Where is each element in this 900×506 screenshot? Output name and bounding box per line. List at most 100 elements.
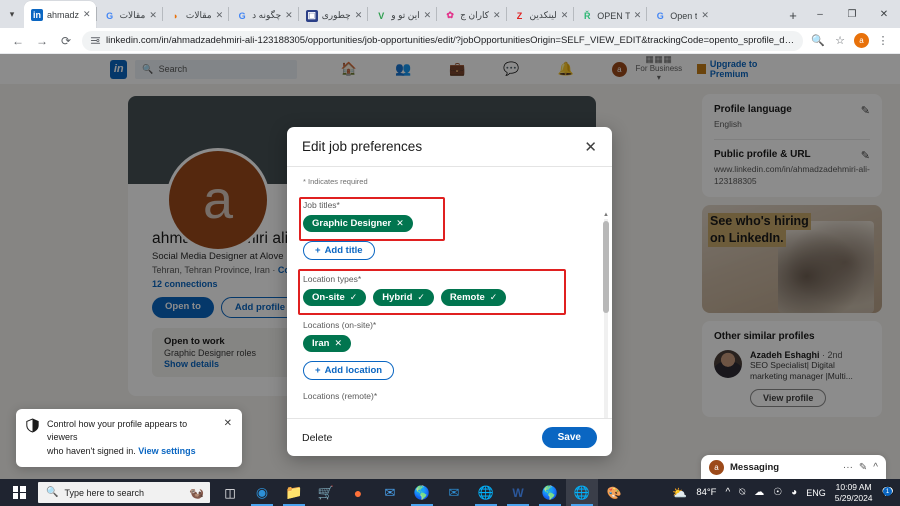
browser-tab[interactable]: ◗ مقالات ✕ xyxy=(163,3,228,28)
tab-close-icon[interactable]: ✕ xyxy=(701,10,709,21)
chrome-menu-icon[interactable]: ⋮ xyxy=(872,30,894,52)
language-indicator[interactable]: ENG xyxy=(806,488,826,498)
taskbar-apps: ◫ ◉ 📁 🛒 ● ✉ 🌎 ✉ 🌐 W 🌎 🌐 🎨 xyxy=(214,479,630,506)
avatar: a xyxy=(709,459,724,475)
messaging-label: Messaging xyxy=(730,461,780,473)
chevron-up-icon[interactable]: ^ xyxy=(873,462,878,473)
browser-tab[interactable]: V این تو و ✕ xyxy=(368,3,436,28)
chrome-icon[interactable]: 🌐 xyxy=(470,479,502,506)
tab-close-icon[interactable]: ✕ xyxy=(424,10,432,21)
word-icon[interactable]: W xyxy=(502,479,534,506)
privacy-toast: Control how your profile appears to view… xyxy=(16,408,242,467)
clock[interactable]: 10:09 AM 5/29/2024 xyxy=(835,482,873,503)
tab-close-icon[interactable]: ✕ xyxy=(149,10,157,21)
plus-icon: + xyxy=(315,365,321,376)
add-title-button[interactable]: + Add title xyxy=(303,241,375,260)
tab-close-icon[interactable]: ✕ xyxy=(285,10,293,21)
tab-close-icon[interactable]: ✕ xyxy=(634,10,642,21)
chrome-icon[interactable]: 🌐 xyxy=(566,479,598,506)
minimize-button[interactable]: – xyxy=(804,0,836,28)
edit-job-preferences-modal: Edit job preferences ✕ * Indicates requi… xyxy=(287,127,612,456)
chip-remove-icon[interactable]: ✕ xyxy=(334,338,342,349)
close-icon[interactable]: ✕ xyxy=(584,138,597,156)
tab-close-icon[interactable]: ✕ xyxy=(216,10,224,21)
new-tab-button[interactable]: + xyxy=(782,4,804,26)
chevron-up-icon[interactable]: ^ xyxy=(725,487,730,498)
browser-tab[interactable]: Ř OPEN T ✕ xyxy=(574,3,646,28)
tab-close-icon[interactable]: ✕ xyxy=(83,9,91,20)
maximize-button[interactable]: ❐ xyxy=(836,0,868,28)
chip-on-site[interactable]: On-site ✓ xyxy=(303,289,367,306)
tab-search-icon[interactable]: ▾ xyxy=(0,0,24,28)
google-icon: G xyxy=(238,10,246,21)
tab-close-icon[interactable]: ✕ xyxy=(561,10,569,21)
browser-tab[interactable]: in ahmadz ✕ xyxy=(24,1,96,28)
tab-title: لینکدین xyxy=(529,10,557,20)
chip-iran[interactable]: Iran ✕ xyxy=(303,335,351,352)
plus-icon: + xyxy=(315,245,321,256)
notifications-icon[interactable]: 💬1 xyxy=(882,487,894,498)
paint-icon[interactable]: 🎨 xyxy=(598,479,630,506)
browser-tabs: in ahmadz ✕ G مقالات ✕ ◗ مقالات ✕ G چگونه د ✕ ▣ چطوری… xyxy=(24,0,782,28)
location-types-chips: On-site ✓ Hybrid ✓ Remote ✓ xyxy=(303,289,596,306)
add-location-button[interactable]: + Add location xyxy=(303,361,395,380)
taskbar-search-input[interactable]: 🔍 Type here to search 🦦 xyxy=(38,482,210,503)
weather-icon[interactable]: ⛅ xyxy=(672,486,687,500)
start-button[interactable] xyxy=(0,479,38,506)
browser-tab[interactable]: G Open t ✕ xyxy=(647,3,714,28)
screen: ▾ in ahmadz ✕ G مقالات ✕ ◗ مقالات ✕ G چگونه د ✕ ▣ چطو… xyxy=(0,0,900,506)
tab-close-icon[interactable]: ✕ xyxy=(355,10,363,21)
browser-tab[interactable]: G چگونه د ✕ xyxy=(229,3,298,28)
forward-icon[interactable]: → xyxy=(30,30,54,52)
wifi-icon[interactable]: ◕ xyxy=(791,487,797,498)
delete-button[interactable]: Delete xyxy=(302,432,332,444)
taskbar-search-placeholder: Type here to search xyxy=(64,487,144,498)
locations-remote-section: Locations (remote)* xyxy=(303,391,596,401)
chrome-icon[interactable]: 🌎 xyxy=(406,479,438,506)
chip-remove-icon[interactable]: ✕ xyxy=(396,218,404,229)
tab-close-icon[interactable]: ✕ xyxy=(493,10,501,21)
store-icon[interactable]: 🛒 xyxy=(310,479,342,506)
scroll-up-icon[interactable]: ▲ xyxy=(603,211,609,219)
toast-line1: Control how your profile appears to view… xyxy=(47,418,188,443)
bookmark-star-icon[interactable]: ☆ xyxy=(829,30,851,52)
tab-title: Open t xyxy=(670,10,698,21)
browser-profile-avatar[interactable]: a xyxy=(854,33,869,48)
chip-graphic-designer[interactable]: Graphic Designer ✕ xyxy=(303,215,413,232)
browser-tab[interactable]: G مقالات ✕ xyxy=(97,3,162,28)
cloud-icon[interactable]: ☁ xyxy=(754,487,764,498)
scrollbar-thumb[interactable] xyxy=(603,221,609,313)
firefox-icon[interactable]: ● xyxy=(342,479,374,506)
tab-title: چگونه د xyxy=(252,10,282,20)
usb-icon[interactable]: ☉ xyxy=(773,487,782,498)
more-icon[interactable]: ··· xyxy=(843,462,853,473)
file-explorer-icon[interactable]: 📁 xyxy=(278,479,310,506)
browser-tab[interactable]: ✿ کاران ج ✕ xyxy=(437,3,505,28)
messaging-bar[interactable]: a Messaging ··· ✎ ^ xyxy=(701,455,886,479)
close-icon[interactable]: ✕ xyxy=(224,418,232,459)
outlook-icon[interactable]: ✉ xyxy=(438,479,470,506)
back-icon[interactable]: ← xyxy=(6,30,30,52)
add-location-label: Add location xyxy=(324,365,383,376)
chip-hybrid[interactable]: Hybrid ✓ xyxy=(373,289,434,306)
modal-scrollbar[interactable]: ▲ ▼ xyxy=(603,211,609,418)
weather-temp[interactable]: 84°F xyxy=(696,487,716,498)
chrome-icon[interactable]: 🌎 xyxy=(534,479,566,506)
close-window-button[interactable]: ✕ xyxy=(868,0,900,28)
tab-title: مقالات xyxy=(119,10,146,20)
site-settings-icon[interactable] xyxy=(90,35,101,46)
compose-icon[interactable]: ✎ xyxy=(859,462,867,473)
reload-icon[interactable]: ⟳ xyxy=(54,30,78,52)
chip-remote[interactable]: Remote ✓ xyxy=(440,289,507,306)
view-settings-link[interactable]: View settings xyxy=(138,446,195,456)
edge-icon[interactable]: ◉ xyxy=(246,479,278,506)
otter-icon: 🦦 xyxy=(189,485,204,500)
browser-tab[interactable]: ▣ چطوری ✕ xyxy=(299,3,368,28)
onedrive-icon[interactable]: ⍉ xyxy=(739,487,745,498)
save-button[interactable]: Save xyxy=(541,427,597,448)
mail-icon[interactable]: ✉ xyxy=(374,479,406,506)
task-view-icon[interactable]: ◫ xyxy=(214,479,246,506)
browser-tab[interactable]: Z لینکدین ✕ xyxy=(507,3,574,28)
zoom-icon[interactable]: 🔍 xyxy=(807,30,829,52)
address-bar[interactable]: linkedin.com/in/ahmadzadehmiri-ali-12318… xyxy=(82,30,803,51)
